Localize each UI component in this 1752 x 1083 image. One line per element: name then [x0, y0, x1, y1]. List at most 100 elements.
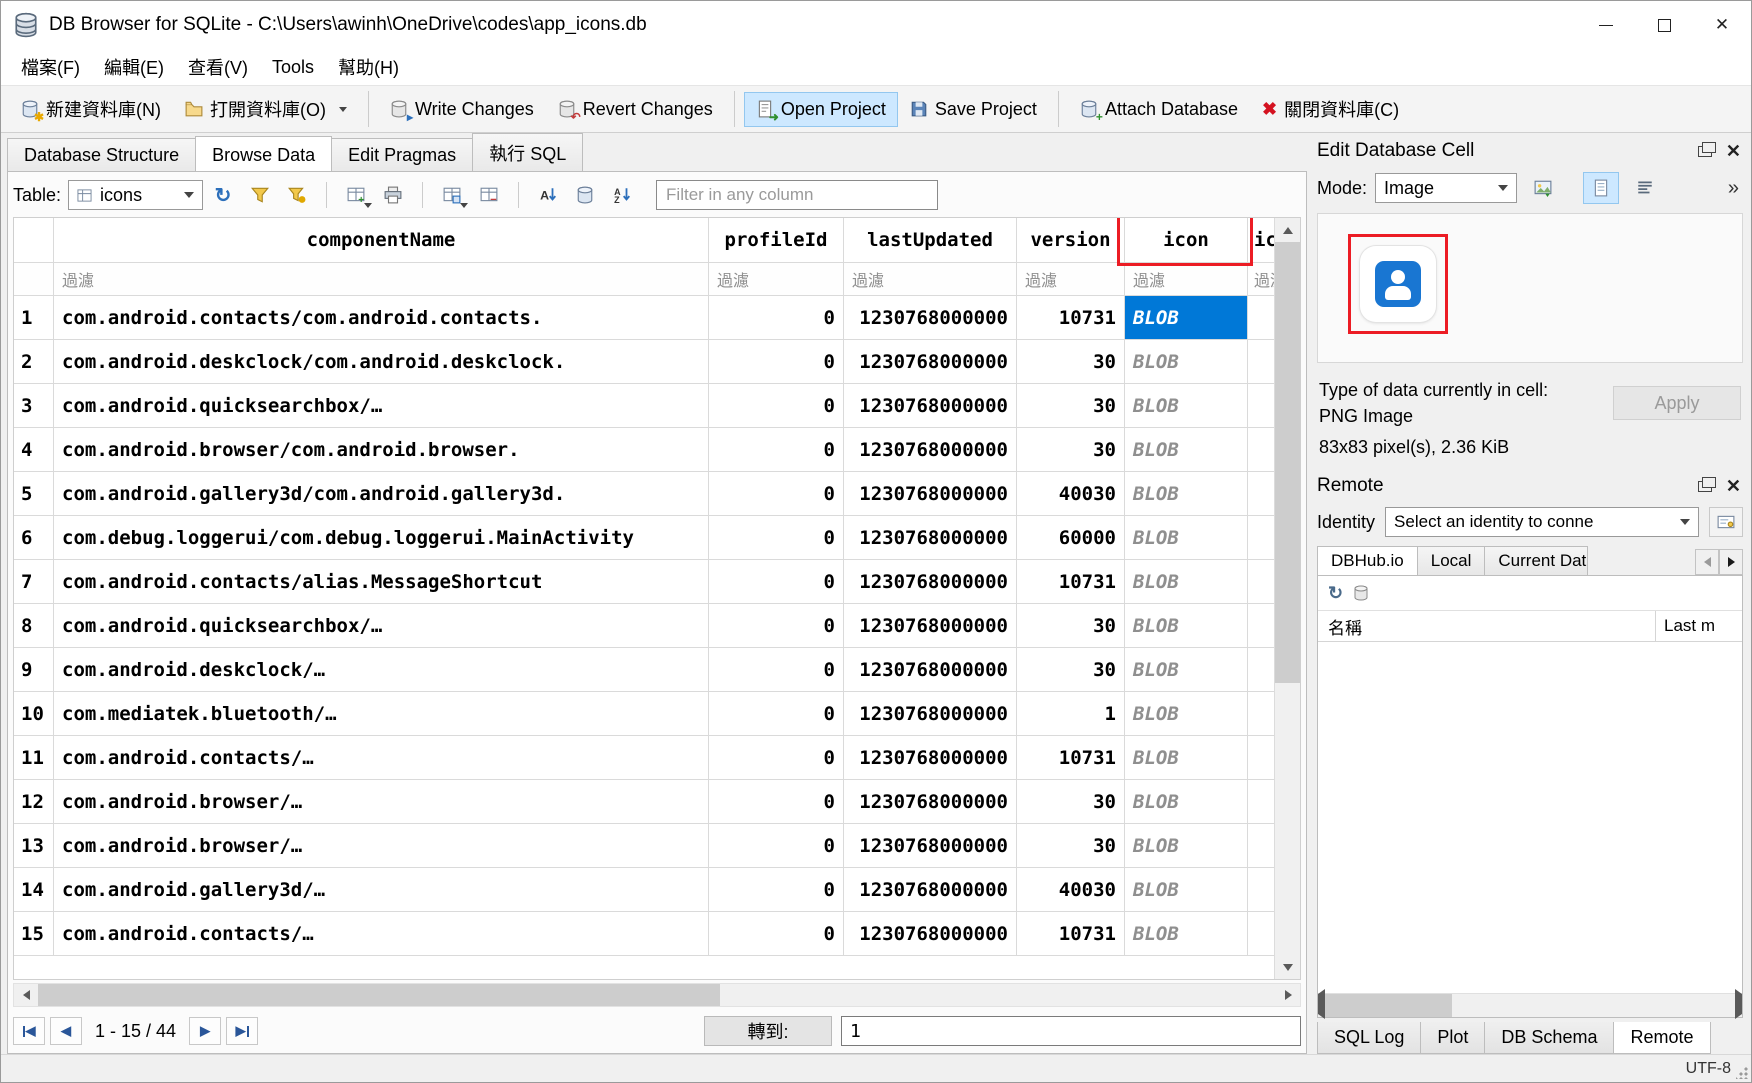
cell-partial[interactable] — [1248, 824, 1274, 867]
cell-icon-blob[interactable]: BLOB — [1125, 736, 1248, 779]
resize-grip-icon[interactable] — [1736, 1067, 1748, 1079]
cell-componentName[interactable]: com.android.gallery3d/… — [54, 868, 709, 911]
table-row[interactable]: 13 com.android.browser/… 0 1230768000000… — [14, 824, 1274, 868]
filter-partial[interactable]: 過濾 — [1248, 263, 1274, 295]
cell-icon-blob[interactable]: BLOB — [1125, 648, 1248, 691]
table-row[interactable]: 11 com.android.contacts/… 0 123076800000… — [14, 736, 1274, 780]
cell-partial[interactable] — [1248, 516, 1274, 559]
cell-icon-blob[interactable]: BLOB — [1125, 516, 1248, 559]
remote-column-name[interactable]: 名稱 — [1318, 611, 1656, 641]
next-record-button[interactable]: ▶ — [189, 1017, 221, 1045]
cell-profileId[interactable]: 0 — [709, 516, 844, 559]
cell-profileId[interactable]: 0 — [709, 340, 844, 383]
cell-partial[interactable] — [1248, 912, 1274, 955]
menu-file[interactable]: 檔案(F) — [9, 49, 92, 85]
dock-tab-remote[interactable]: Remote — [1613, 1022, 1710, 1054]
table-row[interactable]: 12 com.android.browser/… 0 1230768000000… — [14, 780, 1274, 824]
cell-lastUpdated[interactable]: 1230768000000 — [844, 296, 1017, 339]
close-panel-icon[interactable]: ✕ — [1726, 477, 1741, 495]
goto-record-input[interactable] — [841, 1016, 1301, 1046]
filter-lastUpdated[interactable]: 過濾 — [844, 263, 1017, 295]
menu-tools[interactable]: Tools — [260, 52, 326, 83]
identity-selector[interactable]: Select an identity to conne — [1385, 507, 1699, 537]
sort-desc-button[interactable]: AZ — [605, 180, 639, 210]
column-header-profileId[interactable]: profileId — [709, 218, 844, 262]
cell-icon-blob[interactable]: BLOB — [1125, 560, 1248, 603]
cell-partial[interactable] — [1248, 648, 1274, 691]
cell-lastUpdated[interactable]: 1230768000000 — [844, 736, 1017, 779]
scroll-left-icon[interactable] — [14, 984, 38, 1006]
close-database-button[interactable]: ✖ 關閉資料庫(C) — [1250, 89, 1411, 129]
export-image-button[interactable] — [1525, 172, 1561, 204]
dock-tab-db-schema[interactable]: DB Schema — [1484, 1022, 1614, 1054]
cell-componentName[interactable]: com.debug.loggerui/com.debug.loggerui.Ma… — [54, 516, 709, 559]
edit-database-cell-button[interactable] — [568, 180, 602, 210]
clone-database-icon[interactable] — [1353, 585, 1369, 601]
refresh-button[interactable]: ↻ — [206, 180, 240, 210]
cell-partial[interactable] — [1248, 296, 1274, 339]
cell-lastUpdated[interactable]: 1230768000000 — [844, 912, 1017, 955]
word-wrap-button[interactable] — [1627, 172, 1663, 204]
cell-version[interactable]: 30 — [1017, 340, 1125, 383]
cell-profileId[interactable]: 0 — [709, 912, 844, 955]
cell-componentName[interactable]: com.mediatek.bluetooth/… — [54, 692, 709, 735]
cell-version[interactable]: 30 — [1017, 604, 1125, 647]
write-changes-button[interactable]: ▸ Write Changes — [378, 92, 546, 127]
cell-lastUpdated[interactable]: 1230768000000 — [844, 516, 1017, 559]
cell-profileId[interactable]: 0 — [709, 604, 844, 647]
goto-button[interactable]: 轉到: — [704, 1016, 832, 1046]
cell-profileId[interactable]: 0 — [709, 868, 844, 911]
import-certificate-button[interactable] — [1709, 507, 1743, 537]
tab-browse-data[interactable]: Browse Data — [195, 136, 332, 171]
remote-tabs-scroll-right-button[interactable] — [1719, 549, 1743, 575]
remote-column-last-modified[interactable]: Last m — [1656, 611, 1742, 641]
tab-edit-pragmas[interactable]: Edit Pragmas — [331, 138, 473, 171]
cell-version[interactable]: 30 — [1017, 780, 1125, 823]
cell-lastUpdated[interactable]: 1230768000000 — [844, 560, 1017, 603]
table-selector[interactable]: icons — [68, 180, 203, 210]
toolbar-overflow-icon[interactable]: » — [1728, 177, 1743, 200]
cell-profileId[interactable]: 0 — [709, 560, 844, 603]
remote-horizontal-scrollbar[interactable] — [1318, 993, 1742, 1017]
cell-icon-blob[interactable]: BLOB — [1125, 472, 1248, 515]
horizontal-scroll-thumb[interactable] — [38, 984, 720, 1006]
remote-scroll-thumb[interactable] — [1325, 994, 1452, 1017]
float-panel-icon[interactable] — [1698, 481, 1712, 492]
cell-partial[interactable] — [1248, 868, 1274, 911]
apply-button[interactable]: Apply — [1613, 386, 1741, 420]
menu-view[interactable]: 查看(V) — [176, 49, 260, 85]
filter-componentName[interactable]: 過濾 — [54, 263, 709, 295]
cell-componentName[interactable]: com.android.browser/com.android.browser. — [54, 428, 709, 471]
last-record-button[interactable]: ▶ — [226, 1017, 258, 1045]
table-row[interactable]: 9 com.android.deskclock/… 0 123076800000… — [14, 648, 1274, 692]
duplicate-record-button[interactable] — [435, 180, 469, 210]
cell-icon-blob[interactable]: BLOB — [1125, 868, 1248, 911]
table-row[interactable]: 10 com.mediatek.bluetooth/… 0 1230768000… — [14, 692, 1274, 736]
close-panel-icon[interactable]: ✕ — [1726, 142, 1741, 160]
table-row[interactable]: 1 com.android.contacts/com.android.conta… — [14, 296, 1274, 340]
cell-componentName[interactable]: com.android.browser/… — [54, 780, 709, 823]
cell-lastUpdated[interactable]: 1230768000000 — [844, 692, 1017, 735]
attach-database-button[interactable]: + Attach Database — [1068, 92, 1250, 127]
scroll-down-icon[interactable] — [1275, 955, 1300, 979]
cell-componentName[interactable]: com.android.browser/… — [54, 824, 709, 867]
remote-file-list[interactable] — [1318, 642, 1742, 993]
cell-version[interactable]: 10731 — [1017, 912, 1125, 955]
remote-tab-local[interactable]: Local — [1417, 546, 1486, 575]
table-row[interactable]: 2 com.android.deskclock/com.android.desk… — [14, 340, 1274, 384]
print-button[interactable] — [376, 180, 410, 210]
cell-version[interactable]: 30 — [1017, 824, 1125, 867]
scroll-right-icon[interactable] — [1735, 994, 1742, 1017]
close-button[interactable]: ✕ — [1693, 1, 1751, 49]
column-header-lastUpdated[interactable]: lastUpdated — [844, 218, 1017, 262]
filter-any-column-input[interactable] — [656, 180, 938, 210]
cell-componentName[interactable]: com.android.deskclock/… — [54, 648, 709, 691]
cell-icon-blob[interactable]: BLOB — [1125, 604, 1248, 647]
new-database-button[interactable]: ✱ 新建資料庫(N) — [9, 89, 173, 129]
cell-icon-blob[interactable]: BLOB — [1125, 340, 1248, 383]
table-row[interactable]: 5 com.android.gallery3d/com.android.gall… — [14, 472, 1274, 516]
vertical-scrollbar[interactable] — [1274, 218, 1300, 979]
menu-edit[interactable]: 編輯(E) — [92, 49, 176, 85]
open-project-button[interactable]: ➜ Open Project — [744, 92, 898, 127]
vertical-scroll-thumb[interactable] — [1275, 242, 1300, 683]
